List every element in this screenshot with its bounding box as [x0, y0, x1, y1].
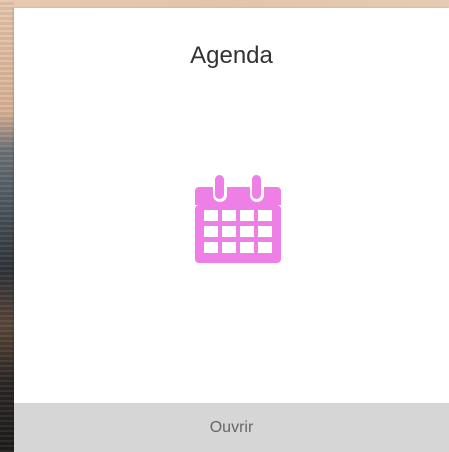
background-sky	[0, 0, 449, 8]
desktop-background: Agenda Ouvrir	[0, 0, 449, 452]
tile-title: Agenda	[190, 42, 273, 69]
agenda-tile: Agenda Ouvrir	[14, 8, 449, 452]
open-button-label: Ouvrir	[209, 418, 254, 436]
open-button[interactable]: Ouvrir	[14, 403, 449, 452]
background-rocks	[0, 0, 14, 452]
calendar-icon	[195, 169, 281, 263]
